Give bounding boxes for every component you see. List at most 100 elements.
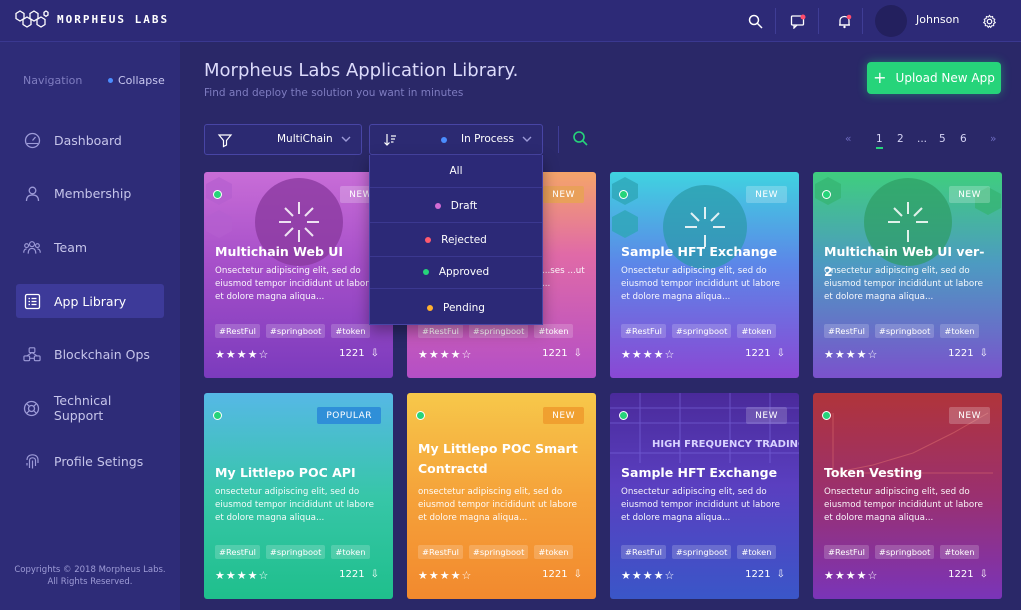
avatar[interactable] bbox=[875, 5, 907, 37]
sidebar-item-app-library[interactable]: App Library bbox=[16, 284, 164, 318]
chain-filter-select[interactable]: MultiChain bbox=[204, 124, 362, 155]
search-icon[interactable] bbox=[572, 130, 589, 151]
tag[interactable]: #springboot bbox=[468, 545, 529, 559]
page-subtitle: Find and deploy the solution you want in… bbox=[204, 87, 464, 99]
message-icon[interactable] bbox=[789, 12, 807, 30]
tag[interactable]: #RestFul bbox=[621, 545, 666, 559]
tag[interactable]: #RestFul bbox=[824, 324, 869, 338]
tag[interactable]: #token bbox=[940, 324, 979, 338]
tag[interactable]: #springboot bbox=[874, 324, 935, 338]
dropdown-option-draft[interactable]: Draft bbox=[370, 190, 542, 223]
status-dot bbox=[619, 190, 628, 199]
copyright-line: All Rights Reserved. bbox=[47, 577, 133, 587]
status-dot-icon bbox=[427, 304, 433, 311]
app-card[interactable]: NEW Sample HFT Exchange Onsectetur adipi… bbox=[610, 172, 799, 378]
pagination-page[interactable]: 5 bbox=[939, 133, 946, 145]
sidebar-item-team[interactable]: Team bbox=[16, 230, 164, 264]
card-description: Onsectetur adipiscing elit, sed do eiusm… bbox=[215, 266, 374, 302]
download-icon: ⇩ bbox=[979, 348, 988, 359]
pagination-page[interactable]: 2 bbox=[897, 133, 904, 145]
status-dot-icon bbox=[441, 137, 447, 143]
option-label: All bbox=[449, 165, 463, 177]
download-icon: ⇩ bbox=[370, 348, 379, 359]
app-card[interactable]: HIGH FREQUENCY TRADING NEW Sample HFT Ex… bbox=[610, 393, 799, 599]
sidebar-item-technical-support[interactable]: Technical Support bbox=[16, 391, 164, 425]
download-icon: ⇩ bbox=[573, 348, 582, 359]
card-title: My Littlepo POC API bbox=[215, 465, 356, 480]
sidebar-item-blockchain-ops[interactable]: Blockchain Ops bbox=[16, 337, 164, 371]
downloads: 1221 ⇩ bbox=[339, 569, 379, 580]
dropdown-option-all[interactable]: All bbox=[370, 155, 542, 188]
tag[interactable]: #springboot bbox=[671, 324, 732, 338]
card-description: ...ses ...ut ... bbox=[542, 266, 585, 289]
pagination-prev-icon[interactable]: « bbox=[845, 133, 851, 145]
tag[interactable]: #token bbox=[737, 545, 776, 559]
search-icon[interactable] bbox=[746, 12, 764, 30]
logo[interactable]: MORPHEUS LABS bbox=[15, 10, 169, 28]
list-icon bbox=[23, 292, 41, 310]
sidebar-item-dashboard[interactable]: Dashboard bbox=[16, 123, 164, 157]
status-badge: NEW bbox=[543, 186, 584, 203]
sidebar-item-label: Technical Support bbox=[53, 393, 112, 423]
tag[interactable]: #springboot bbox=[265, 545, 326, 559]
tag[interactable]: #RestFul bbox=[215, 545, 260, 559]
sidebar-item-membership[interactable]: Membership bbox=[16, 176, 164, 210]
logo-icon bbox=[15, 10, 49, 28]
status-dropdown-menu: All Draft Rejected Approved Pending bbox=[369, 155, 543, 325]
download-count: 1221 bbox=[948, 569, 974, 580]
dropdown-option-rejected[interactable]: Rejected bbox=[370, 224, 542, 257]
app-card[interactable]: POPULAR My Littlepo POC API onsectetur a… bbox=[204, 393, 393, 599]
tag[interactable]: #springboot bbox=[671, 545, 732, 559]
dropdown-option-approved[interactable]: Approved bbox=[370, 256, 542, 289]
app-card[interactable]: NEW Token Vesting Onsectetur adipiscing … bbox=[813, 393, 1002, 599]
option-label: Pending bbox=[443, 301, 485, 314]
chevron-down-icon bbox=[522, 136, 532, 142]
download-icon: ⇩ bbox=[979, 569, 988, 580]
downloads: 1221 ⇩ bbox=[339, 348, 379, 359]
notification-bell-icon[interactable] bbox=[835, 12, 853, 30]
tag[interactable]: #token bbox=[331, 545, 370, 559]
tag[interactable]: #springboot bbox=[265, 324, 326, 338]
settings-gear-icon[interactable] bbox=[980, 12, 998, 30]
pagination-next-icon[interactable]: » bbox=[990, 133, 996, 145]
tag[interactable]: #RestFul bbox=[621, 324, 666, 338]
tag[interactable]: #token bbox=[534, 324, 573, 338]
tag[interactable]: #token bbox=[534, 545, 573, 559]
downloads: 1221 ⇩ bbox=[948, 348, 988, 359]
status-dot bbox=[619, 411, 628, 420]
downloads: 1221 ⇩ bbox=[948, 569, 988, 580]
tag[interactable]: #token bbox=[737, 324, 776, 338]
divider bbox=[775, 8, 776, 34]
tag[interactable]: #token bbox=[331, 324, 370, 338]
download-count: 1221 bbox=[948, 348, 974, 359]
copyright-line: Copyrights © 2018 Morpheus Labs. bbox=[14, 565, 166, 575]
chevron-down-icon bbox=[341, 136, 351, 142]
sidebar-item-profile-settings[interactable]: Profile Setings bbox=[16, 444, 164, 478]
pagination-page[interactable]: 6 bbox=[960, 133, 967, 145]
download-count: 1221 bbox=[542, 348, 568, 359]
card-description: onsectetur adipiscing elit, sed do eiusm… bbox=[215, 487, 374, 523]
tag[interactable]: #RestFul bbox=[418, 324, 463, 338]
status-dot-icon bbox=[422, 269, 429, 275]
tag[interactable]: #token bbox=[940, 545, 979, 559]
status-badge: NEW bbox=[949, 186, 990, 203]
rating-stars: ★★★★☆ bbox=[824, 348, 879, 361]
app-card[interactable]: NEW Multichain Web UI ver-2 Onsectetur a… bbox=[813, 172, 1002, 378]
downloads: 1221 ⇩ bbox=[542, 569, 582, 580]
tag[interactable]: #springboot bbox=[874, 545, 935, 559]
tag[interactable]: #springboot bbox=[468, 324, 529, 338]
status-filter-select[interactable]: In Process bbox=[369, 124, 543, 155]
pagination-page[interactable]: 1 bbox=[876, 133, 883, 149]
tag[interactable]: #RestFul bbox=[824, 545, 869, 559]
sidebar-item-label: Dashboard bbox=[54, 132, 122, 148]
dropdown-option-pending[interactable]: Pending bbox=[370, 291, 542, 324]
tag[interactable]: #RestFul bbox=[215, 324, 260, 338]
app-card[interactable]: NEW My Littlepo POC Smart Contractd onse… bbox=[407, 393, 596, 599]
upload-new-app-button[interactable]: + Upload New App bbox=[867, 62, 1001, 94]
collapse-button[interactable]: Collapse bbox=[108, 74, 165, 87]
username[interactable]: Johnson bbox=[916, 13, 959, 26]
app-card[interactable]: NEW Multichain Web UI Onsectetur adipisc… bbox=[204, 172, 393, 378]
tag[interactable]: #RestFul bbox=[418, 545, 463, 559]
option-label: Rejected bbox=[441, 234, 487, 246]
status-dot bbox=[822, 190, 831, 199]
